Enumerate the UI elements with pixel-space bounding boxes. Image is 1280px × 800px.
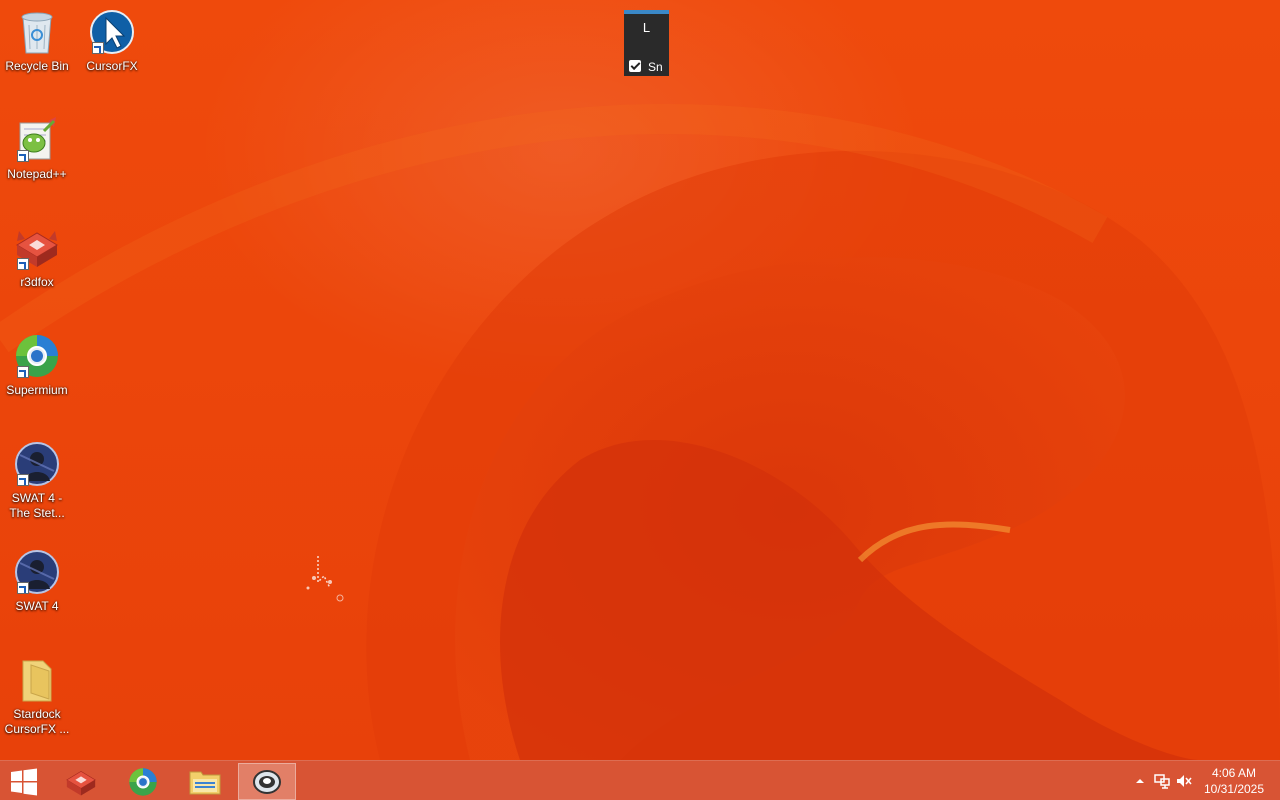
shortcut-arrow-icon [92, 42, 104, 54]
supermium-icon [129, 767, 157, 796]
taskbar: 4:06 AM 10/31/2025 [0, 760, 1280, 800]
system-tray: 4:06 AM 10/31/2025 [1120, 761, 1280, 800]
cursor-trail-icon [300, 552, 346, 604]
network-icon[interactable] [1154, 773, 1170, 789]
desktop-icon-r3dfox[interactable]: r3dfox [0, 224, 74, 290]
clock-date: 10/31/2025 [1203, 782, 1265, 796]
desktop-icon-recycle-bin[interactable]: Recycle Bin [0, 8, 74, 74]
swat4-icon [13, 548, 61, 596]
r3dfox-icon [13, 224, 61, 272]
widget-checkbox-label: Sn [648, 60, 663, 74]
start-button[interactable] [0, 763, 48, 800]
desktop-icon-label: SWAT 4 [15, 599, 59, 613]
desktop-icon-label: SWAT 4 - The Stet... [9, 491, 65, 520]
desktop-icon-cursorfx[interactable]: CursorFX [75, 8, 149, 74]
desktop-icon-swat4-stetchkov[interactable]: SWAT 4 - The Stet... [0, 440, 74, 521]
desktop-icon-label: r3dfox [20, 275, 54, 289]
clock-time: 4:06 AM [1211, 766, 1257, 780]
shortcut-arrow-icon [17, 150, 29, 162]
cursorfx-icon [88, 8, 136, 56]
cursorfx-app-icon [253, 769, 281, 794]
shortcut-arrow-icon [17, 582, 29, 594]
taskbar-r3dfox[interactable] [52, 763, 110, 800]
shortcut-arrow-icon [17, 366, 29, 378]
widget-checkbox[interactable] [629, 60, 641, 72]
shortcut-arrow-icon [17, 474, 29, 486]
recycle-bin-icon [13, 8, 61, 56]
desktop-icon-label: CursorFX [86, 59, 138, 73]
notepadpp-icon [13, 116, 61, 164]
show-hidden-icons-button[interactable] [1132, 773, 1148, 789]
desktop-icon-stardock-cursorfx-folder[interactable]: Stardock CursorFX ... [0, 656, 74, 737]
shortcut-arrow-icon [17, 258, 29, 270]
file-explorer-icon [189, 771, 221, 794]
system-clock[interactable]: 4:06 AM 10/31/2025 [1202, 765, 1266, 797]
chevron-up-icon [1136, 779, 1144, 783]
desktop-icon-notepadpp[interactable]: Notepad++ [0, 116, 74, 182]
taskbar-file-explorer[interactable] [176, 763, 234, 800]
swat4-stetchkov-icon [13, 440, 61, 488]
taskbar-cursorfx-app[interactable] [238, 763, 296, 800]
desktop-icon-label: Supermium [6, 383, 68, 397]
r3dfox-icon [66, 770, 96, 795]
folder-icon [13, 656, 61, 704]
mini-widget[interactable]: L Sn [624, 10, 669, 76]
windows-logo-icon [11, 768, 37, 795]
desktop-icon-label: Notepad++ [7, 167, 67, 181]
widget-title: L [642, 20, 651, 35]
desktop-icon-label: Recycle Bin [5, 59, 69, 73]
volume-muted-icon[interactable] [1176, 773, 1192, 789]
desktop-icon-supermium[interactable]: Supermium [0, 332, 74, 398]
desktop-wallpaper [0, 0, 1280, 760]
taskbar-supermium[interactable] [114, 763, 172, 800]
desktop-icon-swat4[interactable]: SWAT 4 [0, 548, 74, 614]
supermium-icon [13, 332, 61, 380]
desktop-icon-label: Stardock CursorFX ... [4, 707, 70, 736]
